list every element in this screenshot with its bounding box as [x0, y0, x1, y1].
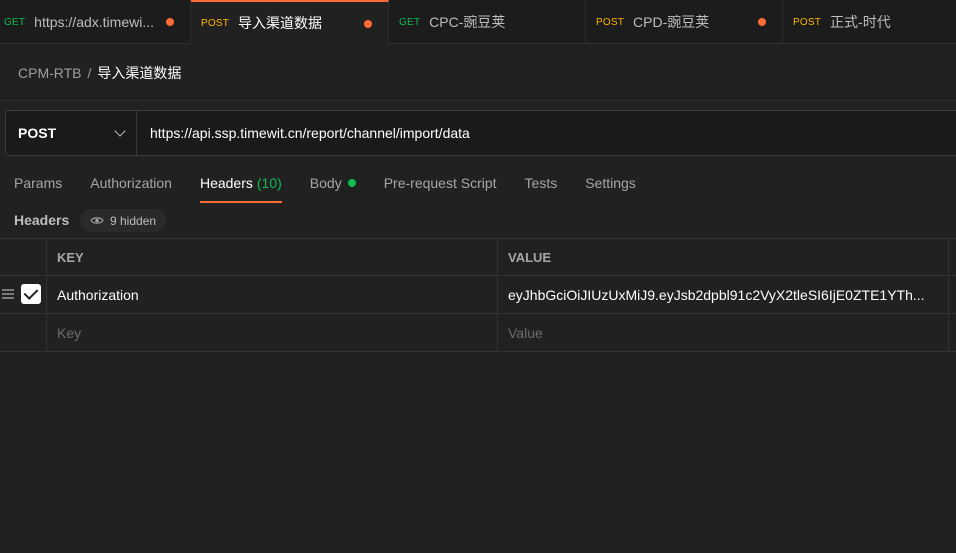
tab-title: 正式-时代	[830, 14, 891, 30]
tab-title: 导入渠道数据	[238, 15, 323, 31]
tab-prerequest-label: Pre-request Script	[383, 175, 497, 191]
value-placeholder: Value	[508, 324, 543, 341]
tab-params[interactable]: Params	[14, 175, 62, 203]
new-key-input[interactable]: Key	[47, 314, 498, 351]
breadcrumb-request-name[interactable]: 导入渠道数据	[97, 63, 181, 83]
tab-body-label: Body	[309, 175, 342, 191]
method-label: POST	[18, 125, 57, 141]
request-tab-bar: GET https://adx.timewi... POST 导入渠道数据 GE…	[0, 0, 956, 44]
chevron-down-icon	[114, 125, 126, 137]
breadcrumb-collection[interactable]: CPM-RTB	[18, 65, 82, 81]
tab-method: POST	[201, 17, 230, 29]
header-value-text: eyJhbGciOiJIUzUxMiJ9.eyJsb2dpbl91c2VyX2t…	[508, 286, 925, 303]
headers-table: KEY VALUE Authorization eyJhbGciOiJIUzUx…	[0, 238, 956, 352]
tab-params-label: Params	[14, 175, 63, 191]
tab-title: CPC-豌豆荚	[429, 14, 506, 30]
request-bar: POST	[5, 110, 956, 156]
hidden-headers-toggle[interactable]: 9 hidden	[80, 209, 167, 232]
hidden-count-label: 9 hidden	[110, 213, 157, 228]
tab-settings[interactable]: Settings	[585, 175, 636, 203]
url-input[interactable]	[137, 111, 956, 155]
tab-method: POST	[793, 16, 822, 28]
divider	[0, 100, 956, 101]
breadcrumb: CPM-RTB / 导入渠道数据	[18, 63, 181, 83]
unsaved-dot-icon	[758, 18, 766, 26]
tab-tests-label: Tests	[524, 175, 558, 191]
tab-method: GET	[4, 16, 26, 28]
new-value-input[interactable]: Value	[498, 314, 949, 351]
request-options-tabs: Params Authorization Headers (10) Body P…	[14, 175, 664, 203]
request-tab-active[interactable]: POST 导入渠道数据	[191, 0, 389, 44]
headers-section-title: Headers	[14, 212, 70, 228]
request-tab[interactable]: GET CPC-豌豆荚	[389, 0, 586, 44]
tab-body[interactable]: Body	[310, 175, 356, 203]
tab-title: https://adx.timewi...	[34, 14, 154, 30]
key-column-header: KEY	[47, 239, 498, 275]
tab-prerequest-script[interactable]: Pre-request Script	[384, 175, 497, 203]
header-key-text: Authorization	[57, 286, 139, 303]
tab-method: GET	[399, 16, 421, 28]
unsaved-dot-icon	[166, 18, 174, 26]
header-key-cell[interactable]: Authorization	[47, 276, 498, 313]
body-indicator-dot-icon	[347, 179, 356, 187]
tab-title: CPD-豌豆荚	[633, 14, 710, 30]
table-row-new: Key Value	[0, 314, 956, 352]
request-tab[interactable]: GET https://adx.timewi...	[0, 0, 191, 44]
drag-handle-icon[interactable]	[2, 289, 14, 301]
table-row: Authorization eyJhbGciOiJIUzUxMiJ9.eyJsb…	[0, 276, 956, 314]
tab-headers-label: Headers	[199, 175, 253, 191]
tab-tests[interactable]: Tests	[525, 175, 558, 203]
key-placeholder: Key	[57, 324, 82, 341]
eye-icon	[90, 217, 104, 224]
breadcrumb-separator: /	[87, 65, 92, 81]
request-tab[interactable]: POST 正式-时代	[783, 0, 956, 44]
tab-method: POST	[596, 16, 625, 28]
header-value-cell[interactable]: eyJhbGciOiJIUzUxMiJ9.eyJsb2dpbl91c2VyX2t…	[498, 276, 949, 313]
value-column-header: VALUE	[498, 239, 949, 275]
tab-settings-label: Settings	[585, 175, 636, 191]
tab-authorization-label: Authorization	[90, 175, 172, 191]
tab-headers[interactable]: Headers (10)	[199, 175, 282, 203]
request-tab[interactable]: POST CPD-豌豆荚	[586, 0, 783, 44]
table-header-row: KEY VALUE	[0, 238, 956, 276]
method-select[interactable]: POST	[6, 111, 137, 155]
unsaved-dot-icon	[364, 20, 372, 28]
headers-count: (10)	[256, 175, 282, 191]
header-enabled-checkbox[interactable]	[21, 284, 41, 304]
tab-authorization[interactable]: Authorization	[90, 175, 172, 203]
